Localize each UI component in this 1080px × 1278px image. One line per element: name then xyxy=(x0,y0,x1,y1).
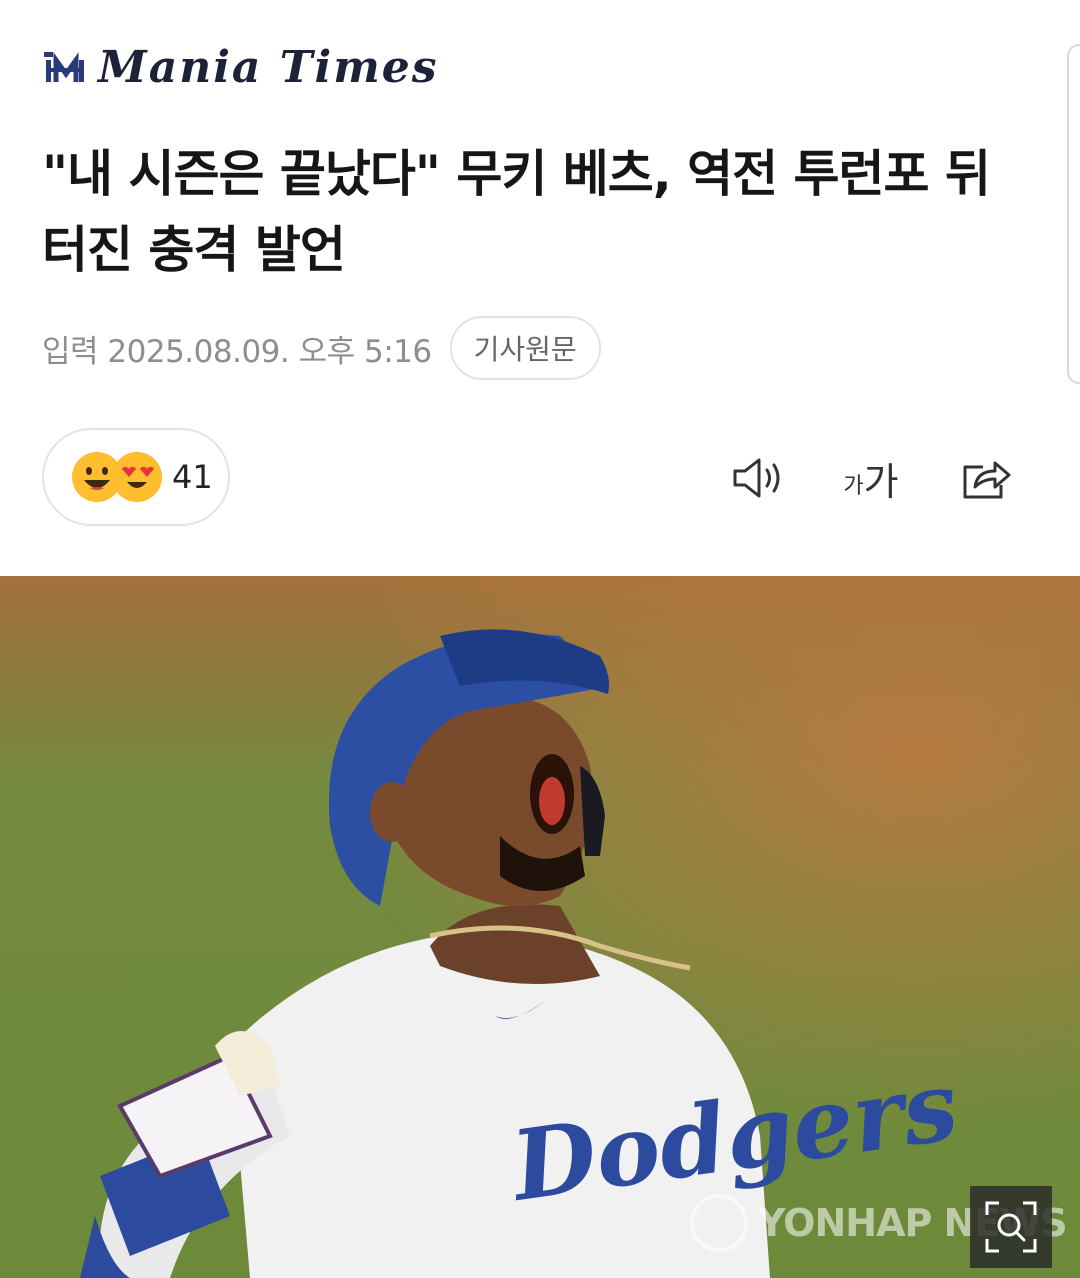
article-photo[interactable]: Dodgers YONHAP NEWS xyxy=(0,576,1080,1278)
article-title: "내 시즌은 끝났다" 무키 베츠, 역전 투런포 뒤 터진 충격 발언 xyxy=(42,145,991,279)
reaction-summary-button[interactable]: 41 xyxy=(42,428,230,526)
published-date: 입력 2025.08.09. 오후 5:16 xyxy=(42,333,432,370)
speaker-icon xyxy=(733,458,780,498)
article-meta: 입력 2025.08.09. 오후 5:16 기사원문 xyxy=(42,316,601,380)
logo-wordmark: Mania Times xyxy=(98,42,439,93)
share-button[interactable] xyxy=(952,446,1022,510)
article-toolbar: 가 가 xyxy=(720,446,1020,510)
font-size-small-label: 가 xyxy=(843,474,864,499)
baseball-player-photo: Dodgers xyxy=(0,576,1080,1278)
reaction-count: 41 xyxy=(172,458,213,496)
text-to-speech-button[interactable] xyxy=(722,446,792,510)
photo-zoom-button[interactable] xyxy=(970,1186,1052,1268)
share-icon xyxy=(963,461,1011,499)
yonhap-logo-icon xyxy=(690,1194,748,1252)
original-article-button[interactable]: 기사원문 xyxy=(449,316,601,380)
mania-times-logo-icon xyxy=(44,52,84,82)
font-size-large-label: 가 xyxy=(863,459,899,504)
smiling-face-icon xyxy=(72,452,122,502)
site-logo[interactable]: Mania Times xyxy=(42,40,439,96)
font-size-button[interactable]: 가 가 xyxy=(836,446,906,510)
side-panel-edge xyxy=(1067,44,1080,384)
zoom-search-icon xyxy=(985,1201,1037,1253)
